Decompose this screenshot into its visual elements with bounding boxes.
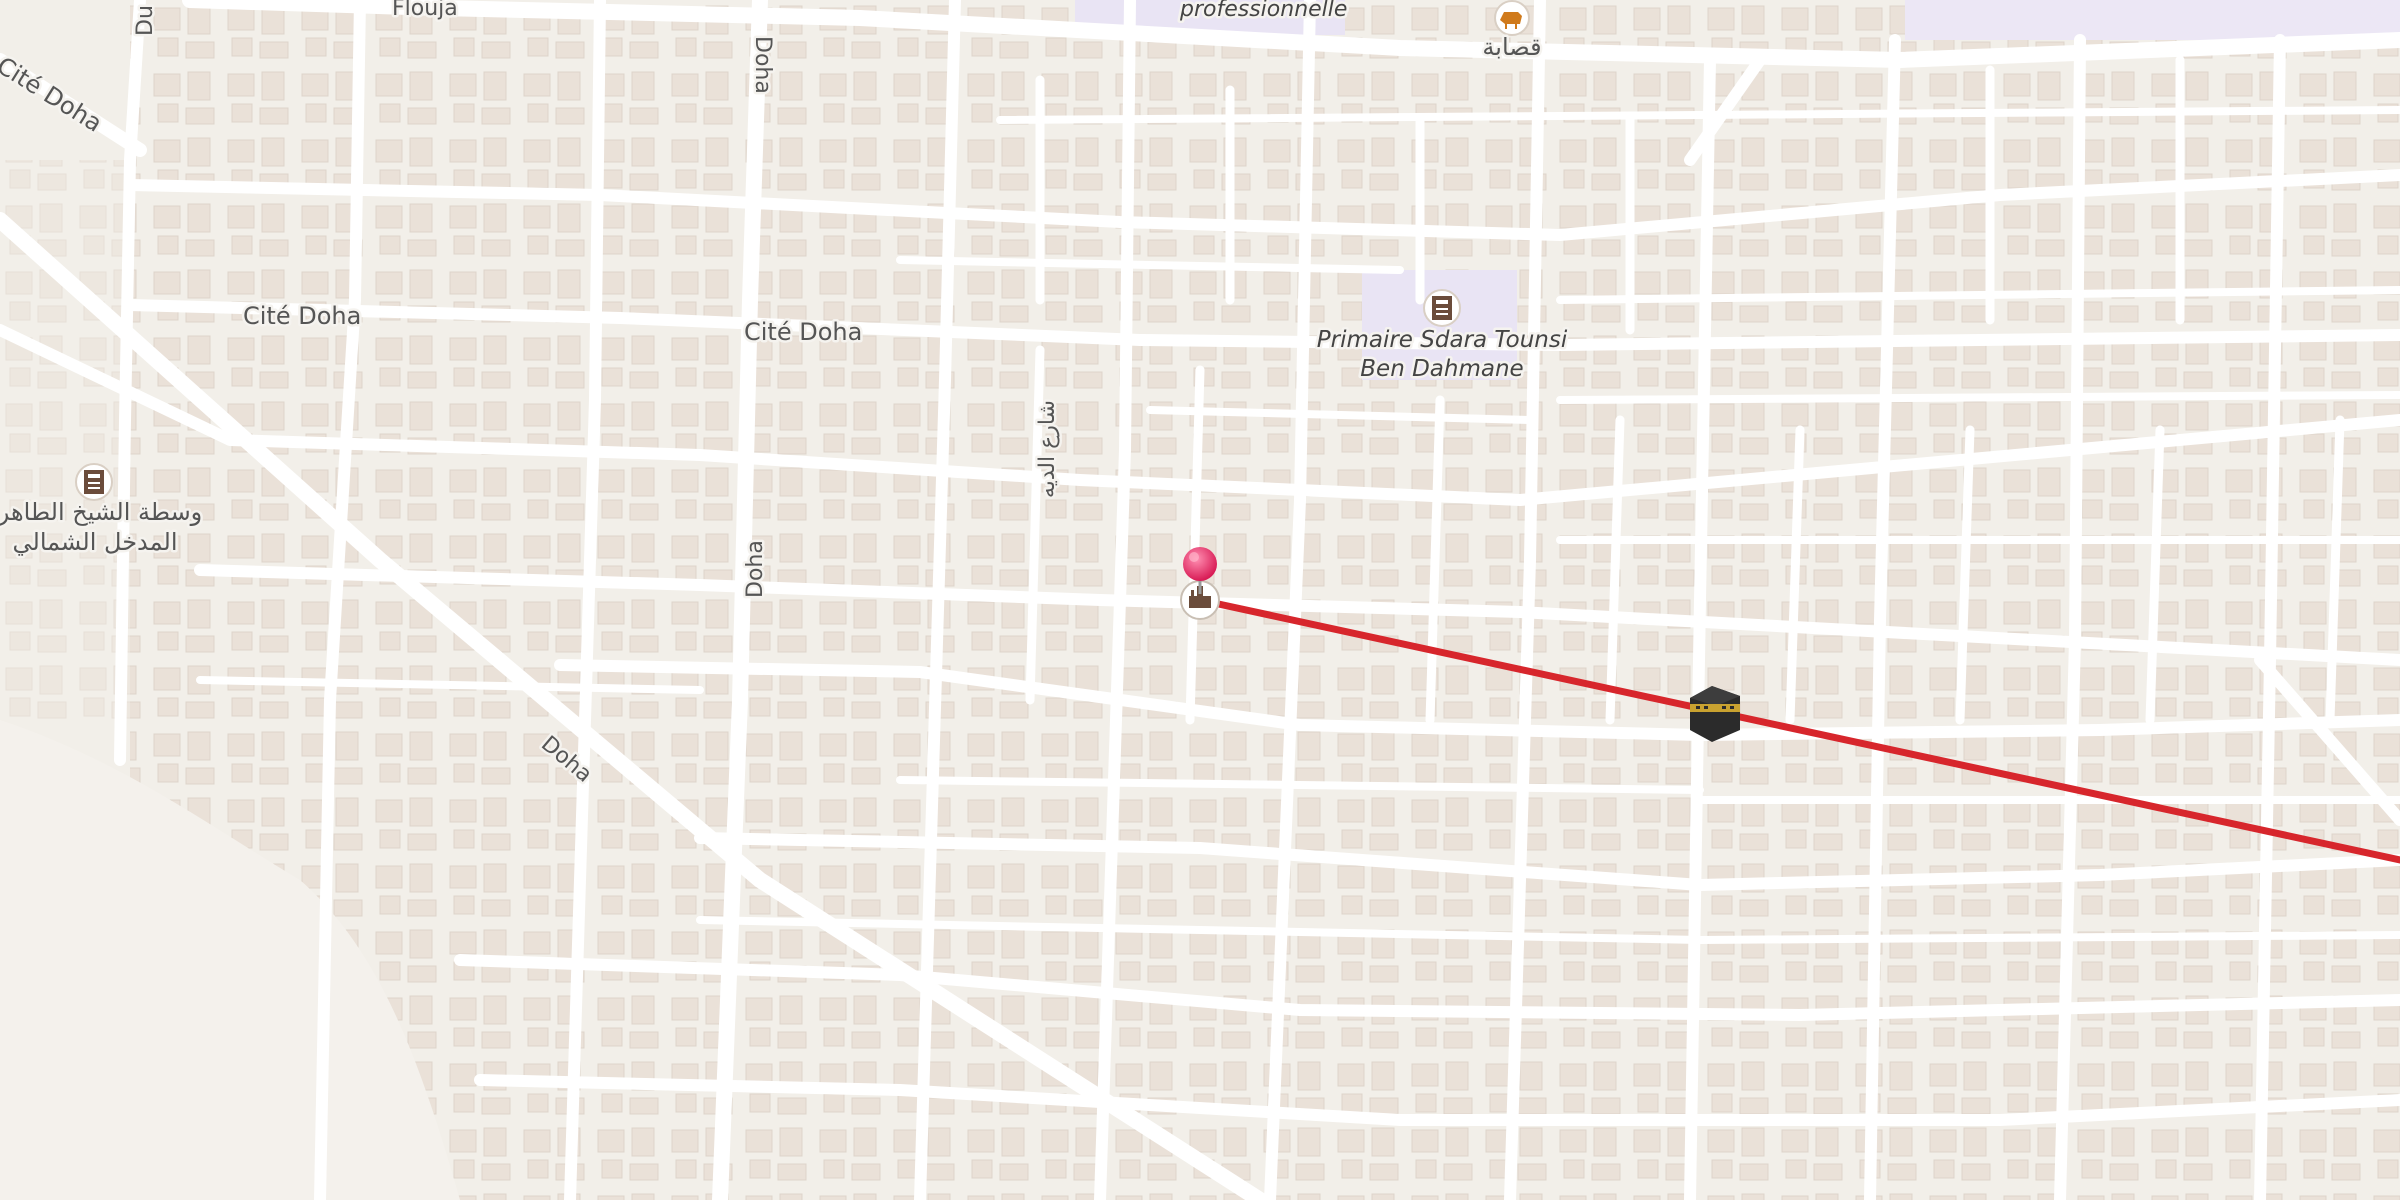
poi-label-school-line1: Primaire Sdara Tounsi: [1317, 327, 1568, 353]
street-label-cite-doha-1: Cité Doha: [243, 302, 361, 330]
poi-label-school-ar-line1: وسطة الشيخ الطاهر: [0, 498, 202, 526]
butcher-icon: [1494, 0, 1530, 36]
landuse-top-right: [1905, 0, 2400, 40]
poi-label-butcher-ar: قصابة: [1482, 33, 1541, 61]
poi-label-professionnelle: professionnelle: [1179, 0, 1347, 22]
poi-label-school-ar-line2: المدخل الشمالي: [13, 528, 178, 556]
school-icon: [1423, 289, 1461, 327]
street-label-du: Du: [133, 5, 158, 36]
street-label-cite-doha-2: Cité Doha: [744, 318, 862, 346]
poi-professionnelle[interactable]: professionnelle: [1177, 0, 1350, 25]
map-canvas[interactable]: Flouja Du Cité Doha Cité Doha Cité Doha …: [0, 0, 2400, 1200]
school-icon-left: [75, 463, 113, 501]
street-label-doha-vertical-top: Doha: [750, 36, 775, 94]
poi-label-school-line2: Ben Dahmane: [1360, 356, 1523, 382]
street-label-shari-arabic: شارع الديه: [1035, 400, 1060, 498]
street-label-doha-vertical-mid: Doha: [743, 540, 768, 598]
street-label-flouja: Flouja: [392, 0, 458, 21]
